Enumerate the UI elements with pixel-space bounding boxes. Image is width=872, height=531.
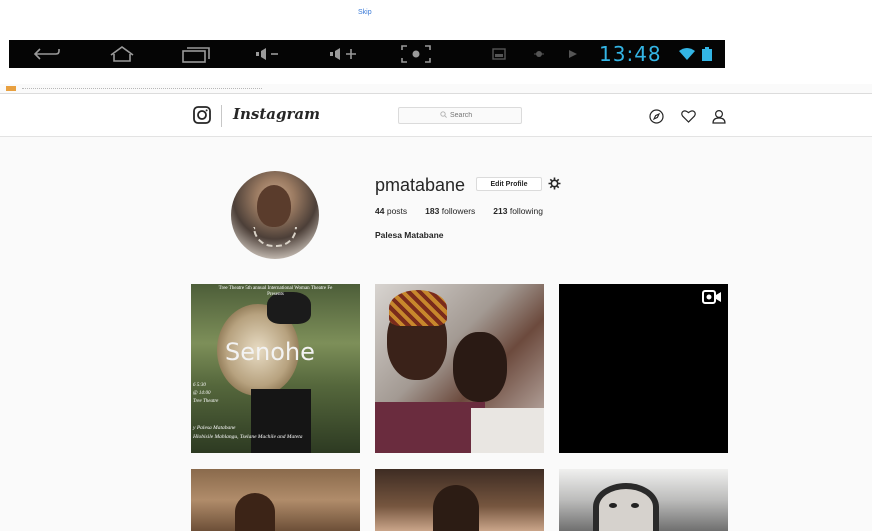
photo-clothing — [375, 402, 485, 453]
avatar-necklace — [253, 227, 297, 247]
post-thumbnail[interactable] — [191, 469, 360, 531]
home-icon[interactable] — [107, 40, 137, 68]
screenshot-icon[interactable] — [399, 40, 433, 68]
poster-credits: y Palesa Matabane Hlobisile Mahlangu, Ts… — [193, 425, 303, 440]
profile-username: pmatabane — [375, 175, 466, 195]
post-thumbnail[interactable] — [375, 284, 544, 453]
photo-clothing — [471, 408, 544, 453]
poster-times: 6 5:30 @ 14:00 Tree Theatre — [193, 383, 219, 404]
video-camera-icon — [702, 290, 722, 309]
instagram-wordmark[interactable]: Instagram — [233, 105, 320, 123]
poster-title: Senohe — [225, 338, 315, 366]
search-input[interactable] — [450, 112, 480, 119]
back-icon[interactable] — [31, 40, 63, 68]
photo-person — [235, 493, 275, 531]
camera-logo-icon[interactable] — [193, 106, 211, 129]
recents-icon[interactable] — [179, 40, 213, 68]
photo-eye — [631, 503, 639, 508]
skip-link[interactable]: Skip — [358, 9, 372, 16]
legs-image — [251, 389, 311, 453]
edit-profile-button[interactable]: Edit Profile — [476, 177, 542, 191]
photo-person — [593, 483, 659, 531]
browser-bookmarks-strip — [0, 84, 872, 94]
explore-icon[interactable] — [649, 109, 664, 129]
screen: Skip 13:48 Instagram Search pmatabane Ed… — [0, 0, 872, 531]
poster-banner: Tree Theatre 5th annual International Wo… — [218, 286, 333, 297]
profile-stats: 44 posts 183 followers 213 following — [375, 206, 543, 216]
photo-headwrap — [389, 290, 447, 326]
volume-down-icon[interactable] — [253, 40, 283, 68]
status-clock: 13:48 — [599, 42, 662, 66]
post-thumbnail[interactable] — [375, 469, 544, 531]
wifi-icon — [677, 40, 697, 68]
post-thumbnail-video[interactable] — [559, 284, 728, 453]
usb-icon — [531, 40, 547, 68]
photo-person — [453, 332, 507, 402]
bookmark-dots — [22, 88, 262, 89]
profile-icon[interactable] — [712, 109, 726, 129]
search-box[interactable] — [398, 107, 522, 124]
battery-icon — [699, 40, 715, 68]
notification-icon — [489, 40, 509, 68]
posts-stat: 44 posts — [375, 206, 408, 216]
search-icon — [440, 111, 447, 120]
post-thumbnail[interactable]: Tree Theatre 5th annual International Wo… — [191, 284, 360, 453]
favicon — [6, 86, 16, 91]
gear-icon[interactable] — [548, 177, 561, 195]
photo-eye — [609, 503, 617, 508]
instagram-header: Instagram — [0, 95, 872, 137]
play-icon — [565, 40, 581, 68]
profile-avatar[interactable] — [231, 171, 319, 259]
volume-up-icon[interactable] — [327, 40, 361, 68]
profile-full-name: Palesa Matabane — [375, 230, 444, 240]
following-stat[interactable]: 213 following — [493, 206, 543, 216]
avatar-face — [257, 185, 291, 227]
followers-stat[interactable]: 183 followers — [425, 206, 475, 216]
android-navigation-bar: 13:48 — [9, 40, 725, 68]
instagram-page: Instagram pmatabane Edit Profile — [0, 95, 872, 531]
heart-icon[interactable] — [681, 109, 696, 128]
post-thumbnail[interactable] — [559, 469, 728, 531]
photo-person — [433, 485, 479, 531]
logo-divider — [221, 105, 222, 127]
